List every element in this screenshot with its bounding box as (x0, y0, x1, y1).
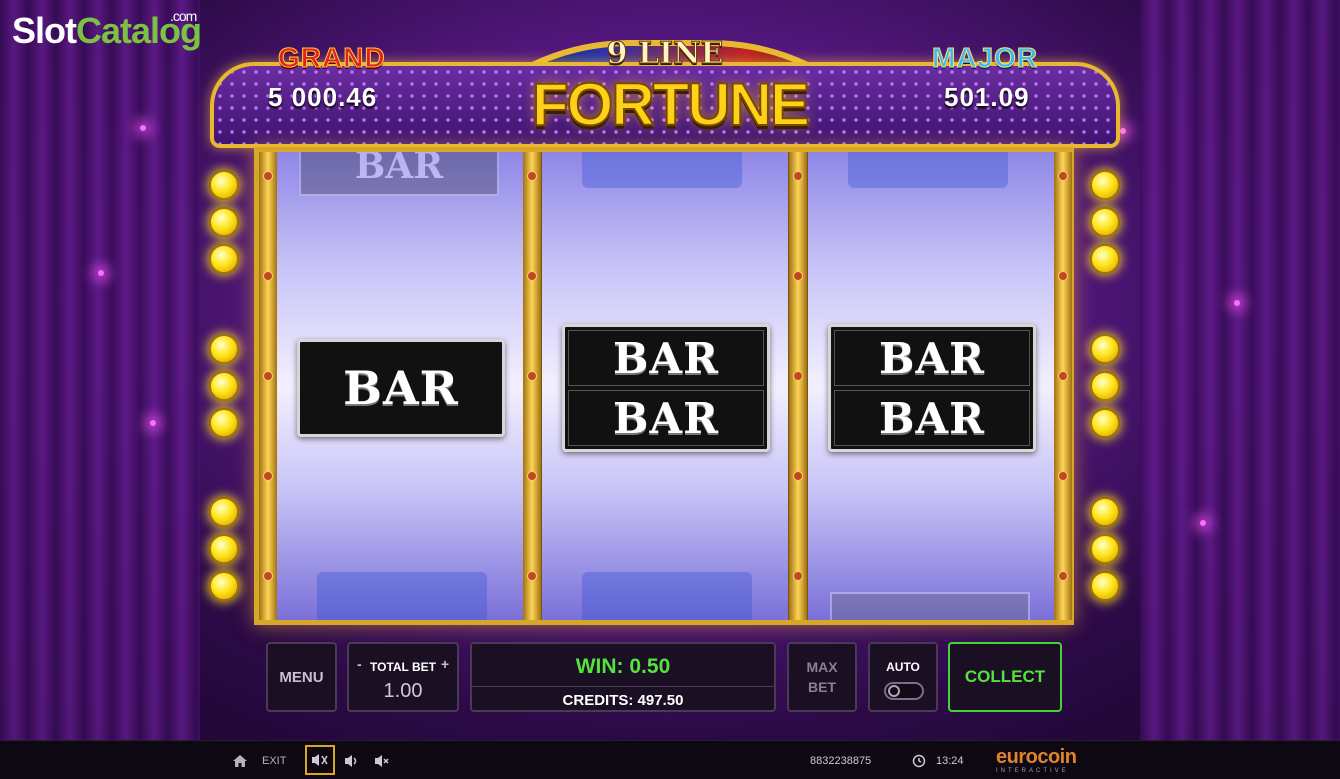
reel-divider (789, 152, 807, 620)
sparkle (98, 270, 104, 276)
win-credits-panel: WIN: 0.50 CREDITS: 497.50 (470, 642, 776, 712)
win-amount: WIN: 0.50 (575, 655, 671, 678)
payline-lamp-left (209, 497, 239, 527)
sparkle (1234, 300, 1240, 306)
reel-2: BAR BAR (542, 152, 788, 620)
max-bet-button[interactable]: MAX BET (787, 642, 857, 712)
reels-frame: BAR BAR BAR BAR BAR BAR (254, 147, 1074, 625)
reel-divider (523, 152, 541, 620)
sparkle (1200, 520, 1206, 526)
total-bet-value: 1.00 (383, 680, 423, 702)
volume-icon[interactable] (343, 741, 361, 779)
payline-lamp-right (1090, 408, 1120, 438)
exit-button[interactable]: EXIT (262, 741, 286, 779)
payline-lamp-right (1090, 334, 1120, 364)
sound-settings-icon[interactable] (305, 745, 335, 775)
payline-lamp-left (209, 244, 239, 274)
collect-button[interactable]: COLLECT (948, 642, 1062, 712)
partial-bar-symbol: BAR (299, 152, 499, 196)
reel-3: BAR BAR (808, 152, 1054, 620)
payline-lamp-left (209, 170, 239, 200)
payline-lamp-right (1090, 497, 1120, 527)
sparkle (150, 420, 156, 426)
right-curtain (1140, 0, 1340, 740)
left-curtain (0, 0, 200, 740)
slotcatalog-watermark: SlotCatalog .com (12, 8, 202, 51)
brand-name: eurocoin (996, 745, 1077, 768)
major-jackpot-label: MAJOR (931, 42, 1039, 74)
payline-lamp-right (1090, 170, 1120, 200)
bottom-status-bar: EXIT 8832238875 13:24 eurocoin INTERACTI… (0, 740, 1340, 779)
payline-lamp-right (1090, 371, 1120, 401)
reel-divider (1054, 152, 1072, 620)
bar-symbol-text: BAR (613, 393, 719, 443)
credits-balance: CREDITS: 497.50 (562, 692, 684, 709)
clock-icon (912, 741, 926, 779)
home-icon[interactable] (232, 741, 248, 779)
reel-1: BAR BAR (277, 152, 523, 620)
bar-symbol-double: BAR BAR (828, 324, 1036, 452)
payline-lamp-left (209, 207, 239, 237)
max-bet-label-line2: BET (808, 679, 836, 695)
max-bet-label-line1: MAX (806, 659, 838, 675)
eurocoin-logo: eurocoin INTERACTIVE (996, 741, 1077, 779)
payline-lamp-right (1090, 244, 1120, 274)
autoplay-label: AUTO (886, 660, 920, 674)
toggle-knob (888, 685, 900, 697)
game-stage: GRAND 5 000.46 MAJOR 501.09 9 LINE FORTU… (0, 0, 1340, 740)
sparkle (140, 125, 146, 131)
panel-divider (472, 686, 774, 687)
grand-jackpot-label: GRAND (278, 42, 386, 74)
menu-button[interactable]: MENU (266, 642, 337, 712)
bar-symbol-double: BAR BAR (562, 324, 770, 452)
reel-divider (259, 152, 277, 620)
total-bet-label: TOTAL BET (370, 660, 436, 674)
partial-bar-symbol (830, 592, 1030, 620)
bar-symbol-text: BAR (879, 393, 985, 443)
game-title-top: 9 LINE (606, 36, 724, 72)
bar-symbol-single: BAR (297, 339, 505, 437)
major-jackpot-value: 501.09 (944, 82, 1030, 112)
autoplay-button[interactable]: AUTO (868, 642, 938, 712)
payline-lamp-right (1090, 207, 1120, 237)
partial-seven-symbol (848, 152, 1008, 188)
grand-jackpot-value: 5 000.46 (268, 82, 378, 112)
brand-subtitle: INTERACTIVE (996, 767, 1069, 774)
game-title-main: FORTUNE (531, 70, 811, 139)
payline-lamp-right (1090, 571, 1120, 601)
payline-lamp-left (209, 534, 239, 564)
payline-lamp-left (209, 571, 239, 601)
mute-icon[interactable] (373, 741, 391, 779)
payline-lamp-left (209, 408, 239, 438)
total-bet-control: - + TOTAL BET 1.00 (347, 642, 459, 712)
autoplay-toggle[interactable] (884, 682, 924, 700)
partial-seven-symbol (582, 152, 742, 188)
partial-seven-symbol (317, 572, 487, 620)
session-id: 8832238875 (810, 754, 872, 767)
bar-symbol-text: BAR (613, 333, 719, 383)
partial-seven-symbol (582, 572, 752, 620)
bar-symbol-text: BAR (343, 361, 459, 415)
payline-lamp-left (209, 334, 239, 364)
payline-lamp-right (1090, 534, 1120, 564)
bar-symbol-text: BAR (879, 333, 985, 383)
payline-lamp-left (209, 371, 239, 401)
clock-time: 13:24 (936, 754, 964, 767)
sparkle (1120, 128, 1126, 134)
